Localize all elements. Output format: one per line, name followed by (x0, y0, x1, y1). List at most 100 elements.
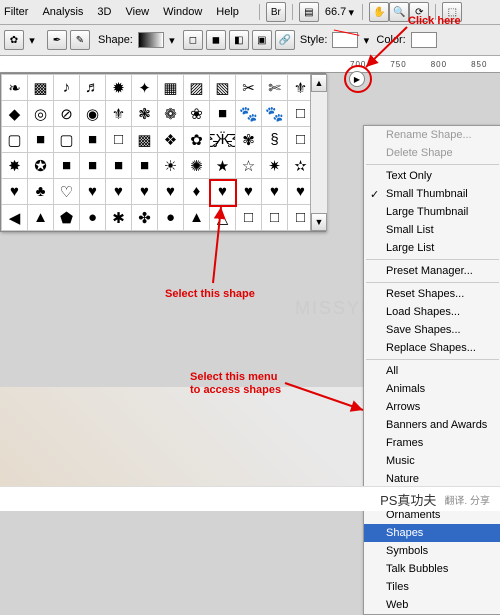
shape-burst5[interactable]: ✱ (106, 205, 131, 230)
shape-preview[interactable] (138, 32, 164, 48)
shape-ring[interactable]: ◎ (28, 101, 53, 126)
shape-penta[interactable]: ⬟ (54, 205, 79, 230)
link-icon[interactable]: 🔗 (275, 30, 295, 50)
shape-orn4[interactable]: ❖ (158, 127, 183, 152)
shape-black[interactable]: ■ (80, 127, 105, 152)
menu-item-symbols[interactable]: Symbols (364, 542, 500, 560)
style-swatch[interactable] (332, 32, 358, 48)
shape-nosign[interactable]: ⊘ (54, 101, 79, 126)
shape-orn6[interactable]: ✾ (236, 127, 261, 152)
menu-item-preset-manager[interactable]: Preset Manager... (364, 262, 500, 280)
shape-black[interactable]: ■ (54, 153, 79, 178)
mode4-icon[interactable]: ▣ (252, 30, 272, 50)
menu-item-shapes[interactable]: Shapes (364, 524, 500, 542)
shape-paw2[interactable]: 🐾 (262, 101, 287, 126)
shape-circle[interactable]: ● (80, 205, 105, 230)
shape-scissors[interactable]: ✂ (236, 75, 261, 100)
shape-heart[interactable]: ♥ (236, 179, 261, 204)
shape-star2[interactable]: ☆ (236, 153, 261, 178)
shape-sparkle[interactable]: ✦ (132, 75, 157, 100)
scroll-up-icon[interactable]: ▲ (311, 74, 327, 92)
shape-swirl[interactable]: § (262, 127, 287, 152)
menu-item-text-only[interactable]: Text Only (364, 167, 500, 185)
zoom-icon[interactable]: 🔍 (389, 2, 409, 22)
shape-hollow[interactable]: ▢ (2, 127, 27, 152)
shape-heart[interactable]: ♥ (2, 179, 27, 204)
shape-burst4[interactable]: ✷ (262, 153, 287, 178)
film-icon[interactable]: ▤ (299, 2, 319, 22)
menu-item-talk-bubbles[interactable]: Talk Bubbles (364, 560, 500, 578)
shape-butterfly[interactable]: Ƹ̵̡Ӝ̵̨̄Ʒ (210, 127, 235, 152)
shape-heart[interactable]: ♥ (106, 179, 131, 204)
shape-black[interactable]: ■ (106, 153, 131, 178)
shape-square[interactable]: □ (262, 205, 287, 230)
shape-black[interactable]: ■ (28, 127, 53, 152)
menu-item-music[interactable]: Music (364, 452, 500, 470)
shape-heart[interactable]: ♥ (80, 179, 105, 204)
shape-orn5[interactable]: ✿ (184, 127, 209, 152)
shape-scrollbar[interactable]: ▲ ▼ (310, 74, 327, 231)
shape-black[interactable]: ■ (80, 153, 105, 178)
pen-icon[interactable]: ✒ (47, 30, 67, 50)
shape-square[interactable]: □ (106, 127, 131, 152)
shape-burst2[interactable]: ☀ (158, 153, 183, 178)
menu-item-web[interactable]: Web (364, 596, 500, 614)
shape-tile[interactable]: ▩ (28, 75, 53, 100)
shape-leaf[interactable]: ❧ (2, 75, 27, 100)
mode3-icon[interactable]: ◧ (229, 30, 249, 50)
custom-shape-tool-icon[interactable]: ✿ (4, 30, 24, 50)
shape-seal[interactable]: ✪ (28, 153, 53, 178)
shape-star[interactable]: ★ (210, 153, 235, 178)
shape-circle[interactable]: ● (158, 205, 183, 230)
shape-target[interactable]: ◉ (80, 101, 105, 126)
shape-heart[interactable]: ♥ (158, 179, 183, 204)
shape-note[interactable]: ♪ (54, 75, 79, 100)
shape-black[interactable]: ■ (210, 101, 235, 126)
shape-arrowL[interactable]: ◀ (2, 205, 27, 230)
bridge-icon[interactable]: Br (266, 2, 286, 22)
mode2-icon[interactable]: ◼ (206, 30, 226, 50)
zoom-value[interactable]: 66.7 (325, 6, 346, 18)
shape-clover[interactable]: ✤ (132, 205, 157, 230)
shape-black[interactable]: ■ (132, 153, 157, 178)
shape-heart[interactable]: ♥ (132, 179, 157, 204)
menu-item-small-thumbnail[interactable]: Small Thumbnail (364, 185, 500, 203)
menu-window[interactable]: Window (163, 6, 202, 18)
menu-view[interactable]: View (125, 6, 149, 18)
shape-scissors2[interactable]: ✄ (262, 75, 287, 100)
shape-paw[interactable]: 🐾 (236, 101, 261, 126)
shape-checker2[interactable]: ▧ (210, 75, 235, 100)
scroll-down-icon[interactable]: ▼ (311, 213, 327, 231)
shape-orn2[interactable]: ❁ (158, 101, 183, 126)
shape-checker[interactable]: ▨ (184, 75, 209, 100)
menu-item-tiles[interactable]: Tiles (364, 578, 500, 596)
menu-item-save-shapes[interactable]: Save Shapes... (364, 321, 500, 339)
menu-item-large-list[interactable]: Large List (364, 239, 500, 257)
menu-analysis[interactable]: Analysis (42, 6, 83, 18)
menu-3d[interactable]: 3D (97, 6, 111, 18)
shape-fleur2[interactable]: ⚜ (106, 101, 131, 126)
menu-item-reset-shapes[interactable]: Reset Shapes... (364, 285, 500, 303)
shape-music[interactable]: ♬ (80, 75, 105, 100)
menu-help[interactable]: Help (216, 6, 239, 18)
shape-burst8[interactable]: ✹ (106, 75, 131, 100)
shape-orn3[interactable]: ❀ (184, 101, 209, 126)
shape-orn[interactable]: ❃ (132, 101, 157, 126)
menu-item-load-shapes[interactable]: Load Shapes... (364, 303, 500, 321)
shape-grid[interactable]: ▦ (158, 75, 183, 100)
shape-tile2[interactable]: ▩ (132, 127, 157, 152)
shape-hollow[interactable]: ▢ (54, 127, 79, 152)
menu-item-small-list[interactable]: Small List (364, 221, 500, 239)
shape-diamond2[interactable]: ♦ (184, 179, 209, 204)
shape-triangle[interactable]: ▲ (28, 205, 53, 230)
mode1-icon[interactable]: ◻ (183, 30, 203, 50)
hand-icon[interactable]: ✋ (369, 2, 389, 22)
shape-heart[interactable]: ♥ (262, 179, 287, 204)
shape-diamond[interactable]: ◆ (2, 101, 27, 126)
shape-club[interactable]: ♣ (28, 179, 53, 204)
menu-item-large-thumbnail[interactable]: Large Thumbnail (364, 203, 500, 221)
shape-heart2[interactable]: ♡ (54, 179, 79, 204)
pen2-icon[interactable]: ✎ (70, 30, 90, 50)
shape-burst3[interactable]: ✺ (184, 153, 209, 178)
menu-filter[interactable]: Filter (4, 6, 28, 18)
